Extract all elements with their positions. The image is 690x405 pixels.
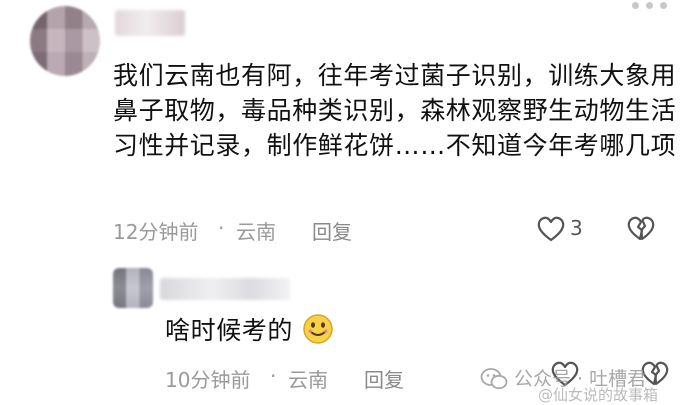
smile-emoji-icon	[301, 312, 335, 346]
broken-heart-icon[interactable]	[626, 215, 656, 243]
meta-separator: ·	[218, 216, 225, 240]
like-count: 3	[570, 216, 583, 240]
reply-button[interactable]: 回复	[312, 216, 352, 245]
reply-text: 啥时候考的	[165, 316, 294, 345]
avatar[interactable]	[30, 6, 100, 76]
more-dots-icon[interactable]	[626, 0, 676, 16]
watermark: 公众号 · 吐槽君 @仙女说的故事箱	[478, 360, 688, 404]
reply-button[interactable]: 回复	[364, 364, 404, 393]
heart-outline-icon[interactable]	[536, 215, 566, 243]
comment-time: 12分钟前	[113, 220, 199, 244]
comment-text: 我们云南也有阿，往年考过菌子识别，训练大象用鼻子取物，毒品种类识别，森林观察野生…	[113, 61, 677, 160]
watermark-subtext: @仙女说的故事箱	[538, 386, 659, 404]
wechat-icon	[480, 367, 508, 391]
reply-time: 10分钟前	[165, 368, 251, 392]
username-blurred[interactable]	[160, 278, 290, 300]
meta-separator: ·	[270, 364, 277, 388]
reply-location: 云南	[288, 368, 328, 392]
avatar[interactable]	[113, 268, 153, 308]
comment-location: 云南	[236, 220, 276, 244]
username-blurred[interactable]	[115, 10, 185, 36]
